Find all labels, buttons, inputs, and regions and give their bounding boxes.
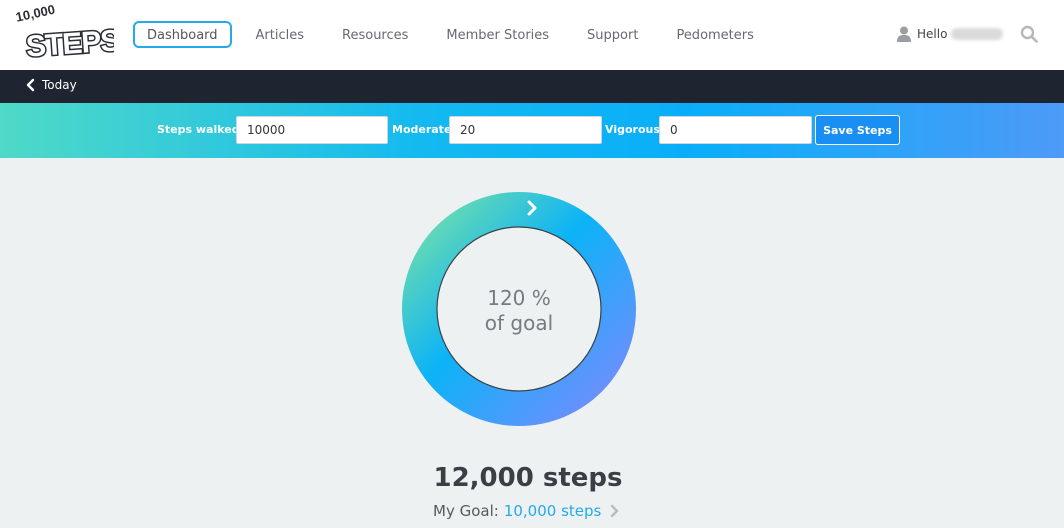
nav-articles[interactable]: Articles — [242, 21, 318, 48]
username-redacted — [951, 28, 1004, 40]
goal-percent-caption: of goal — [484, 311, 554, 335]
steps-walked-input[interactable] — [236, 116, 388, 144]
save-steps-button[interactable]: Save Steps — [815, 115, 900, 145]
goal-percent-display: 120 % of goal — [440, 286, 598, 336]
goal-value-link[interactable]: 10,000 steps — [504, 502, 602, 520]
my-goal-line: My Goal: 10,000 steps — [433, 502, 619, 520]
total-steps: 12,000 steps — [433, 463, 623, 493]
vigorous-input[interactable] — [659, 116, 812, 144]
svg-text:10,000: 10,000 — [14, 4, 56, 25]
search-icon[interactable] — [1020, 25, 1038, 43]
logo-10000-steps[interactable]: 10,000 STEPS — [14, 4, 114, 66]
goal-label: My Goal: — [433, 502, 499, 520]
nav-dashboard[interactable]: Dashboard — [133, 21, 232, 48]
nav-resources[interactable]: Resources — [328, 21, 422, 48]
greeting-text: Hello — [917, 27, 948, 41]
user-menu[interactable]: Hello — [897, 24, 1004, 44]
moderate-label: Moderate — [392, 123, 452, 136]
steps-entry-bar: Steps walked Moderate Vigorous Save Step… — [0, 103, 1064, 158]
steps-walked-label: Steps walked — [157, 123, 240, 136]
vigorous-label: Vigorous — [605, 123, 660, 136]
chevron-right-icon[interactable] — [525, 199, 539, 217]
nav-support[interactable]: Support — [573, 21, 652, 48]
chevron-right-icon[interactable] — [610, 504, 619, 518]
nav-member-stories[interactable]: Member Stories — [432, 21, 563, 48]
user-icon — [897, 26, 911, 42]
date-bar: Today — [0, 70, 1064, 103]
goal-percent-value: 120 % — [487, 286, 551, 310]
back-label: Today — [42, 78, 77, 92]
chevron-left-icon — [26, 78, 35, 92]
svg-text:STEPS: STEPS — [25, 24, 114, 63]
top-header: 10,000 STEPS Dashboard Articles Resource… — [0, 0, 1064, 70]
main-nav: Dashboard Articles Resources Member Stor… — [133, 21, 768, 48]
back-to-today-button[interactable]: Today — [26, 78, 77, 92]
nav-pedometers[interactable]: Pedometers — [662, 21, 767, 48]
moderate-input[interactable] — [449, 116, 602, 144]
